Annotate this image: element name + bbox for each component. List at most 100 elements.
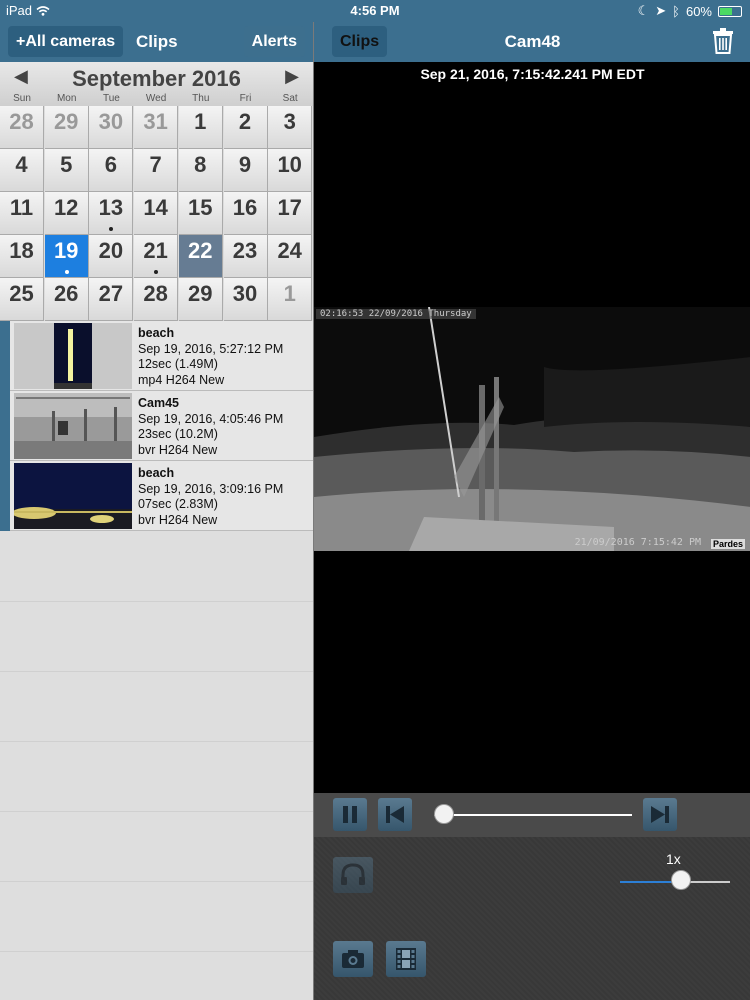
calendar-day[interactable]: 17: [268, 192, 313, 235]
calendar-day-number: 1: [194, 109, 207, 134]
clip-thumbnail: [14, 323, 132, 389]
calendar-header: ◀ September 2016 ▶ Sun Mon Tue Wed Thu Fri Sat: [0, 62, 313, 106]
weekday-label: Sat: [282, 93, 298, 104]
video-frame[interactable]: 02:16:53 22/09/2016 Thursday 21/09/2016 …: [314, 307, 750, 551]
calendar-day[interactable]: 3: [268, 106, 313, 149]
calendar-day[interactable]: 7: [134, 149, 179, 192]
clip-duration: 23sec (10.2M): [138, 427, 218, 442]
calendar-day[interactable]: 27: [89, 278, 134, 321]
audio-button[interactable]: [333, 857, 373, 893]
speed-label: 1x: [666, 851, 681, 867]
calendar-day-number: 10: [277, 152, 302, 177]
seek-knob[interactable]: [433, 804, 454, 824]
calendar-day[interactable]: 29: [44, 106, 89, 149]
calendar-day[interactable]: 2: [223, 106, 268, 149]
calendar-day[interactable]: 6: [89, 149, 134, 192]
empty-list-area: [0, 531, 313, 1000]
calendar-day-number: 18: [9, 238, 34, 263]
weekday-label: Sun: [13, 93, 31, 104]
all-cameras-button[interactable]: +All cameras: [8, 26, 124, 57]
calendar-day[interactable]: 28: [0, 106, 44, 149]
calendar-day-number: 3: [283, 109, 296, 134]
calendar-day[interactable]: 8: [178, 149, 223, 192]
calendar-day[interactable]: 26: [44, 278, 89, 321]
speed-knob[interactable]: [670, 870, 691, 890]
clip-item[interactable]: beach Sep 19, 2016, 5:27:12 PM 12sec (1.…: [0, 321, 313, 391]
clip-indicator-dot: [64, 270, 69, 274]
calendar-day-number: 24: [277, 238, 302, 263]
left-panel: +All cameras Clips Alerts ◀ September 20…: [0, 0, 313, 1000]
calendar-day-number: 5: [60, 152, 73, 177]
calendar-day-number: 25: [9, 281, 34, 306]
seek-track[interactable]: [434, 814, 632, 816]
calendar-day[interactable]: 1: [268, 278, 313, 321]
calendar-day[interactable]: 9: [223, 149, 268, 192]
headphones-icon: [341, 863, 365, 885]
skip-forward-button[interactable]: [643, 798, 677, 831]
calendar-day[interactable]: 30: [89, 106, 134, 149]
clip-info: beach Sep 19, 2016, 3:09:16 PM 07sec (2.…: [138, 466, 283, 528]
calendar-day[interactable]: 1: [178, 106, 223, 149]
clip-item[interactable]: Cam45 Sep 19, 2016, 4:05:46 PM 23sec (10…: [0, 391, 313, 461]
calendar-day[interactable]: 30: [223, 278, 268, 321]
calendar-day[interactable]: 21: [134, 235, 179, 278]
calendar-day[interactable]: 23: [223, 235, 268, 278]
calendar-day-number: 26: [53, 281, 79, 306]
calendar-day-number: 28: [9, 109, 34, 134]
calendar-day[interactable]: 14: [134, 192, 179, 235]
calendar-day[interactable]: 22: [178, 235, 223, 278]
calendar-day-number: 14: [143, 195, 168, 220]
calendar-day[interactable]: 25: [0, 278, 44, 321]
calendar-day[interactable]: 29: [178, 278, 223, 321]
calendar-day[interactable]: 12: [44, 192, 89, 235]
calendar-day[interactable]: 13: [89, 192, 134, 235]
calendar-day[interactable]: 4: [0, 149, 44, 192]
clip-indicator-dot: [154, 270, 159, 274]
calendar-day-number: 31: [143, 109, 168, 134]
calendar-day[interactable]: 28: [134, 278, 179, 321]
calendar-day[interactable]: 20: [89, 235, 134, 278]
calendar-day[interactable]: 15: [178, 192, 223, 235]
calendar-day[interactable]: 16: [223, 192, 268, 235]
left-navbar: +All cameras Clips Alerts: [0, 22, 313, 62]
calendar-day[interactable]: 5: [44, 149, 89, 192]
clip-format: bvr H264 New: [138, 442, 218, 457]
calendar-day[interactable]: 19: [44, 235, 89, 278]
clip-marker: [0, 461, 10, 531]
clip-list: beach Sep 19, 2016, 5:27:12 PM 12sec (1.…: [0, 321, 313, 531]
video-overlay-top: 02:16:53 22/09/2016 Thursday: [316, 309, 476, 319]
clip-camera: Cam45: [138, 396, 179, 410]
calendar-day[interactable]: 10: [268, 149, 313, 192]
calendar-day-number: 4: [15, 152, 28, 177]
pause-icon: [343, 806, 357, 823]
calendar-day-number: 11: [9, 195, 34, 220]
location-icon: ➤: [655, 3, 667, 18]
bluetooth-icon: ᛒ: [672, 3, 680, 19]
clips-tab[interactable]: Clips: [136, 26, 178, 57]
trash-icon[interactable]: [713, 28, 733, 59]
clip-info: Cam45 Sep 19, 2016, 4:05:46 PM 23sec (10…: [138, 396, 283, 458]
clip-thumbnail: [14, 463, 132, 529]
calendar-day-number: 22: [188, 238, 213, 263]
weekday-label: Wed: [145, 93, 167, 104]
calendar-day-number: 15: [188, 195, 213, 220]
video-overlay-name: Pardes: [710, 539, 745, 549]
skip-back-icon: [386, 806, 404, 823]
calendar-day[interactable]: 18: [0, 235, 44, 278]
clip-thumbnail: [14, 393, 132, 459]
weekday-label: Thu: [192, 93, 210, 104]
clip-camera: beach: [138, 326, 175, 340]
calendar-day[interactable]: 31: [134, 106, 179, 149]
pause-button[interactable]: [333, 798, 367, 831]
clip-duration: 12sec (1.49M): [138, 357, 218, 372]
skip-back-button[interactable]: [378, 798, 412, 831]
calendar-day[interactable]: 11: [0, 192, 44, 235]
film-icon: [396, 948, 416, 970]
calendar-day-number: 13: [98, 195, 124, 220]
next-month-icon[interactable]: ▶: [285, 66, 299, 87]
export-clip-button[interactable]: [386, 941, 426, 977]
calendar-day[interactable]: 24: [268, 235, 313, 278]
snapshot-button[interactable]: [333, 941, 373, 977]
alerts-button[interactable]: Alerts: [243, 26, 305, 57]
clip-item[interactable]: beach Sep 19, 2016, 3:09:16 PM 07sec (2.…: [0, 461, 313, 531]
